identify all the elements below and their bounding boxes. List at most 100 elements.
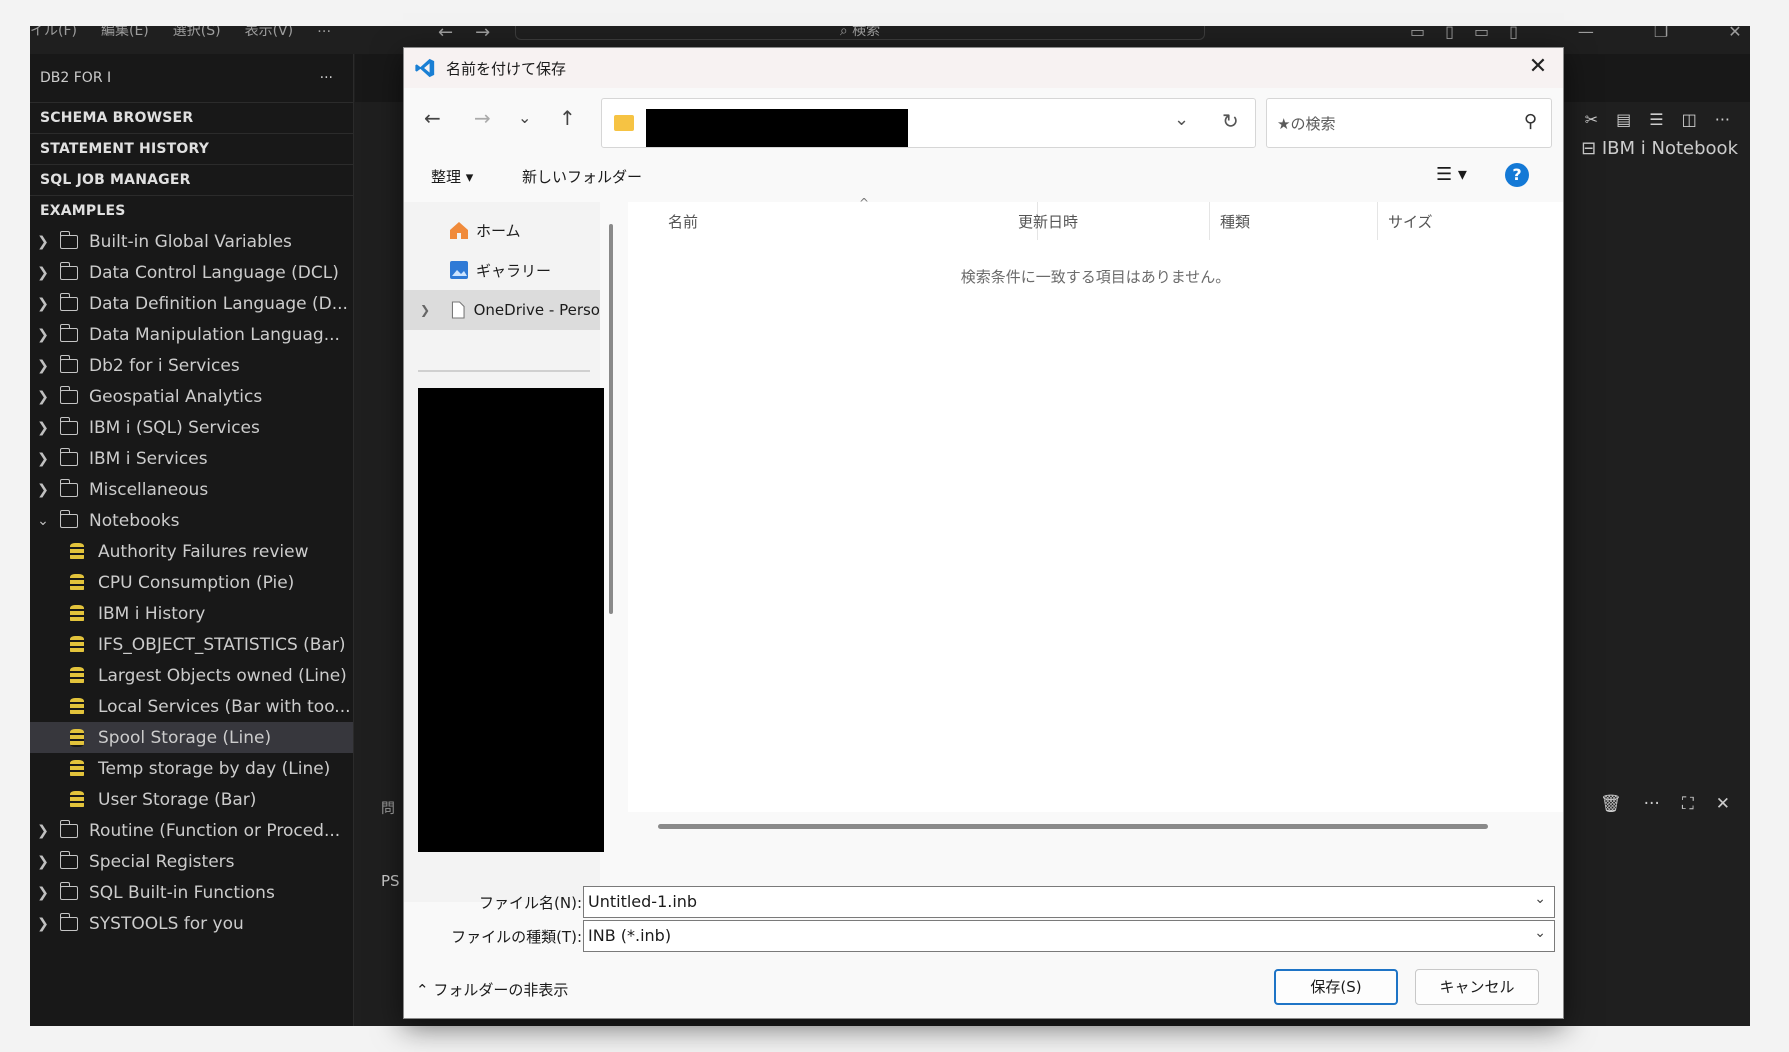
variables-icon[interactable]: ▤ [1616, 110, 1631, 129]
maximize-panel-icon[interactable]: ⛶ [1682, 794, 1694, 814]
toggle-secondary-icon[interactable]: ▯ [1509, 26, 1518, 41]
toggle-panel-icon[interactable]: ▭ [1474, 26, 1489, 41]
notebook-item[interactable]: Authority Failures review [30, 536, 353, 567]
command-center-search[interactable]: ⌕ 検索 [515, 26, 1205, 40]
tree-folder[interactable]: ❯ Data Control Language (DCL) [30, 257, 353, 288]
chevron-right-icon[interactable]: ❯ [420, 303, 430, 317]
refresh-icon[interactable]: ↻ [1222, 109, 1239, 133]
nav-divider [418, 370, 590, 372]
recent-locations-icon[interactable]: ⌄ [518, 108, 531, 127]
tree-folder[interactable]: ❯ Db2 for i Services [30, 350, 353, 381]
tree-folder[interactable]: ❯ Geospatial Analytics [30, 381, 353, 412]
notebook-kernel-label[interactable]: ⊟ IBM i Notebook [1581, 138, 1738, 159]
folder-icon [59, 912, 78, 931]
notebook-label: CPU Consumption (Pie) [98, 572, 295, 593]
nav-scrollbar[interactable] [609, 224, 613, 614]
outline-icon[interactable]: ☰ [1649, 110, 1663, 129]
filename-input[interactable]: Untitled-1.inb ⌄ [583, 886, 1555, 918]
notebook-item[interactable]: Local Services (Bar with too... [30, 691, 353, 722]
notebook-item[interactable]: IFS_OBJECT_STATISTICS (Bar) [30, 629, 353, 660]
minimize-icon[interactable]: — [1578, 26, 1594, 41]
split-editor-icon[interactable]: ◫ [1682, 110, 1697, 129]
notebook-item[interactable]: Largest Objects owned (Line) [30, 660, 353, 691]
chevron-down-icon[interactable]: ⌄ [1174, 109, 1189, 130]
document-icon [451, 301, 465, 319]
folder-search-input[interactable]: ★の検索 ⚲ [1266, 98, 1552, 148]
column-header-size[interactable]: サイズ [1378, 202, 1458, 240]
dialog-command-bar: 整理 ▾ 新しいフォルダー ☰ ▾ ? [404, 152, 1563, 200]
view-options-icon[interactable]: ☰ ▾ [1436, 164, 1467, 185]
notebook-item[interactable]: Temp storage by day (Line) [30, 753, 353, 784]
column-header-name[interactable]: 名前 [658, 202, 1038, 240]
forward-icon[interactable]: → [474, 106, 491, 130]
menu-edit[interactable]: 編集(E) [101, 26, 149, 40]
folder-icon [614, 115, 634, 131]
editor-toolbar: ✂ ▤ ☰ ◫ ··· [1585, 110, 1730, 129]
tree-folder-label: Miscellaneous [89, 479, 209, 500]
up-folder-icon[interactable]: ↑ [559, 106, 576, 130]
section-schema-browser[interactable]: SCHEMA BROWSER [30, 102, 353, 133]
new-folder-button[interactable]: 新しいフォルダー [522, 166, 642, 187]
tree-folder-label: Built-in Global Variables [89, 231, 292, 252]
horizontal-scrollbar[interactable] [658, 824, 1488, 829]
toggle-sidebar-icon[interactable]: ▯ [1445, 26, 1454, 41]
section-statement-history[interactable]: STATEMENT HISTORY [30, 133, 353, 164]
maximize-icon[interactable]: ❐ [1654, 26, 1668, 41]
section-sql-job-manager[interactable]: SQL JOB MANAGER [30, 164, 353, 195]
notebook-item[interactable]: IBM i History [30, 598, 353, 629]
tree-folder-notebooks[interactable]: ⌄ Notebooks [30, 505, 353, 536]
dialog-title: 名前を付けて保存 [446, 59, 567, 78]
tree-folder[interactable]: ❯ Data Manipulation Languag... [30, 319, 353, 350]
trash-icon[interactable]: 🗑 [1600, 794, 1622, 814]
section-examples[interactable]: EXAMPLES [30, 195, 353, 226]
panel-tab-problems[interactable]: 問 [381, 798, 395, 818]
notebook-item[interactable]: User Storage (Bar) [30, 784, 353, 815]
column-header-type[interactable]: 種類 [1210, 202, 1378, 240]
save-button[interactable]: 保存(S) [1274, 969, 1398, 1005]
tree-folder[interactable]: ❯ SYSTOOLS for you [30, 908, 353, 939]
redacted-nav-items [418, 388, 604, 852]
tree-folder[interactable]: ❯ SQL Built-in Functions [30, 877, 353, 908]
help-icon[interactable]: ? [1505, 163, 1529, 187]
tree-folder[interactable]: ❯ Special Registers [30, 846, 353, 877]
hide-folders-toggle[interactable]: ⌃ フォルダーの非表示 [416, 979, 568, 1000]
organize-button[interactable]: 整理 ▾ [431, 166, 473, 187]
back-icon[interactable]: ← [424, 106, 441, 130]
nav-onedrive[interactable]: ❯ OneDrive - Perso [404, 290, 600, 330]
folder-icon [59, 385, 78, 404]
menu-view[interactable]: 表示(V) [245, 26, 294, 40]
tree-folder[interactable]: ❯ Miscellaneous [30, 474, 353, 505]
tree-folder[interactable]: ❯ Routine (Function or Proced... [30, 815, 353, 846]
nav-gallery[interactable]: ギャラリー [404, 250, 600, 290]
chevron-down-icon[interactable]: ⌄ [1534, 891, 1546, 907]
tools-icon[interactable]: ✂ [1585, 110, 1598, 129]
forward-arrow-icon[interactable]: → [475, 26, 490, 43]
tree-folder[interactable]: ❯ IBM i (SQL) Services [30, 412, 353, 443]
panel-more-icon[interactable]: ··· [1644, 794, 1660, 814]
filetype-label: ファイルの種類(T): [451, 928, 582, 946]
chevron-down-icon[interactable]: ⌄ [1534, 925, 1546, 941]
notebook-label: Authority Failures review [98, 541, 309, 562]
address-bar[interactable]: ⌄ ↻ [601, 98, 1256, 148]
cancel-button[interactable]: キャンセル [1415, 969, 1539, 1005]
menu-selection[interactable]: 選択(S) [173, 26, 221, 40]
filetype-select[interactable]: INB (*.inb) ⌄ [583, 920, 1555, 952]
chevron-right-icon: ❯ [37, 450, 49, 467]
nav-home[interactable]: ホーム [404, 210, 600, 250]
tree-folder[interactable]: ❯ Built-in Global Variables [30, 226, 353, 257]
notebook-item-selected[interactable]: Spool Storage (Line) [30, 722, 353, 753]
column-header-modified[interactable]: 更新日時 [1008, 202, 1210, 240]
back-arrow-icon[interactable]: ← [438, 26, 453, 43]
folder-icon [59, 850, 78, 869]
tree-folder[interactable]: ❯ IBM i Services [30, 443, 353, 474]
dialog-close-icon[interactable]: ✕ [1525, 54, 1551, 79]
more-actions-icon[interactable]: ··· [1715, 110, 1730, 129]
sidebar-more-icon[interactable]: ··· [320, 70, 333, 86]
layout-icon[interactable]: ▭ [1410, 26, 1425, 41]
menu-file[interactable]: イル(F) [30, 26, 77, 40]
tree-folder[interactable]: ❯ Data Definition Language (D... [30, 288, 353, 319]
close-window-icon[interactable]: ✕ [1728, 26, 1741, 41]
close-panel-icon[interactable]: ✕ [1716, 794, 1730, 814]
menu-more[interactable]: … [317, 26, 331, 40]
notebook-item[interactable]: CPU Consumption (Pie) [30, 567, 353, 598]
